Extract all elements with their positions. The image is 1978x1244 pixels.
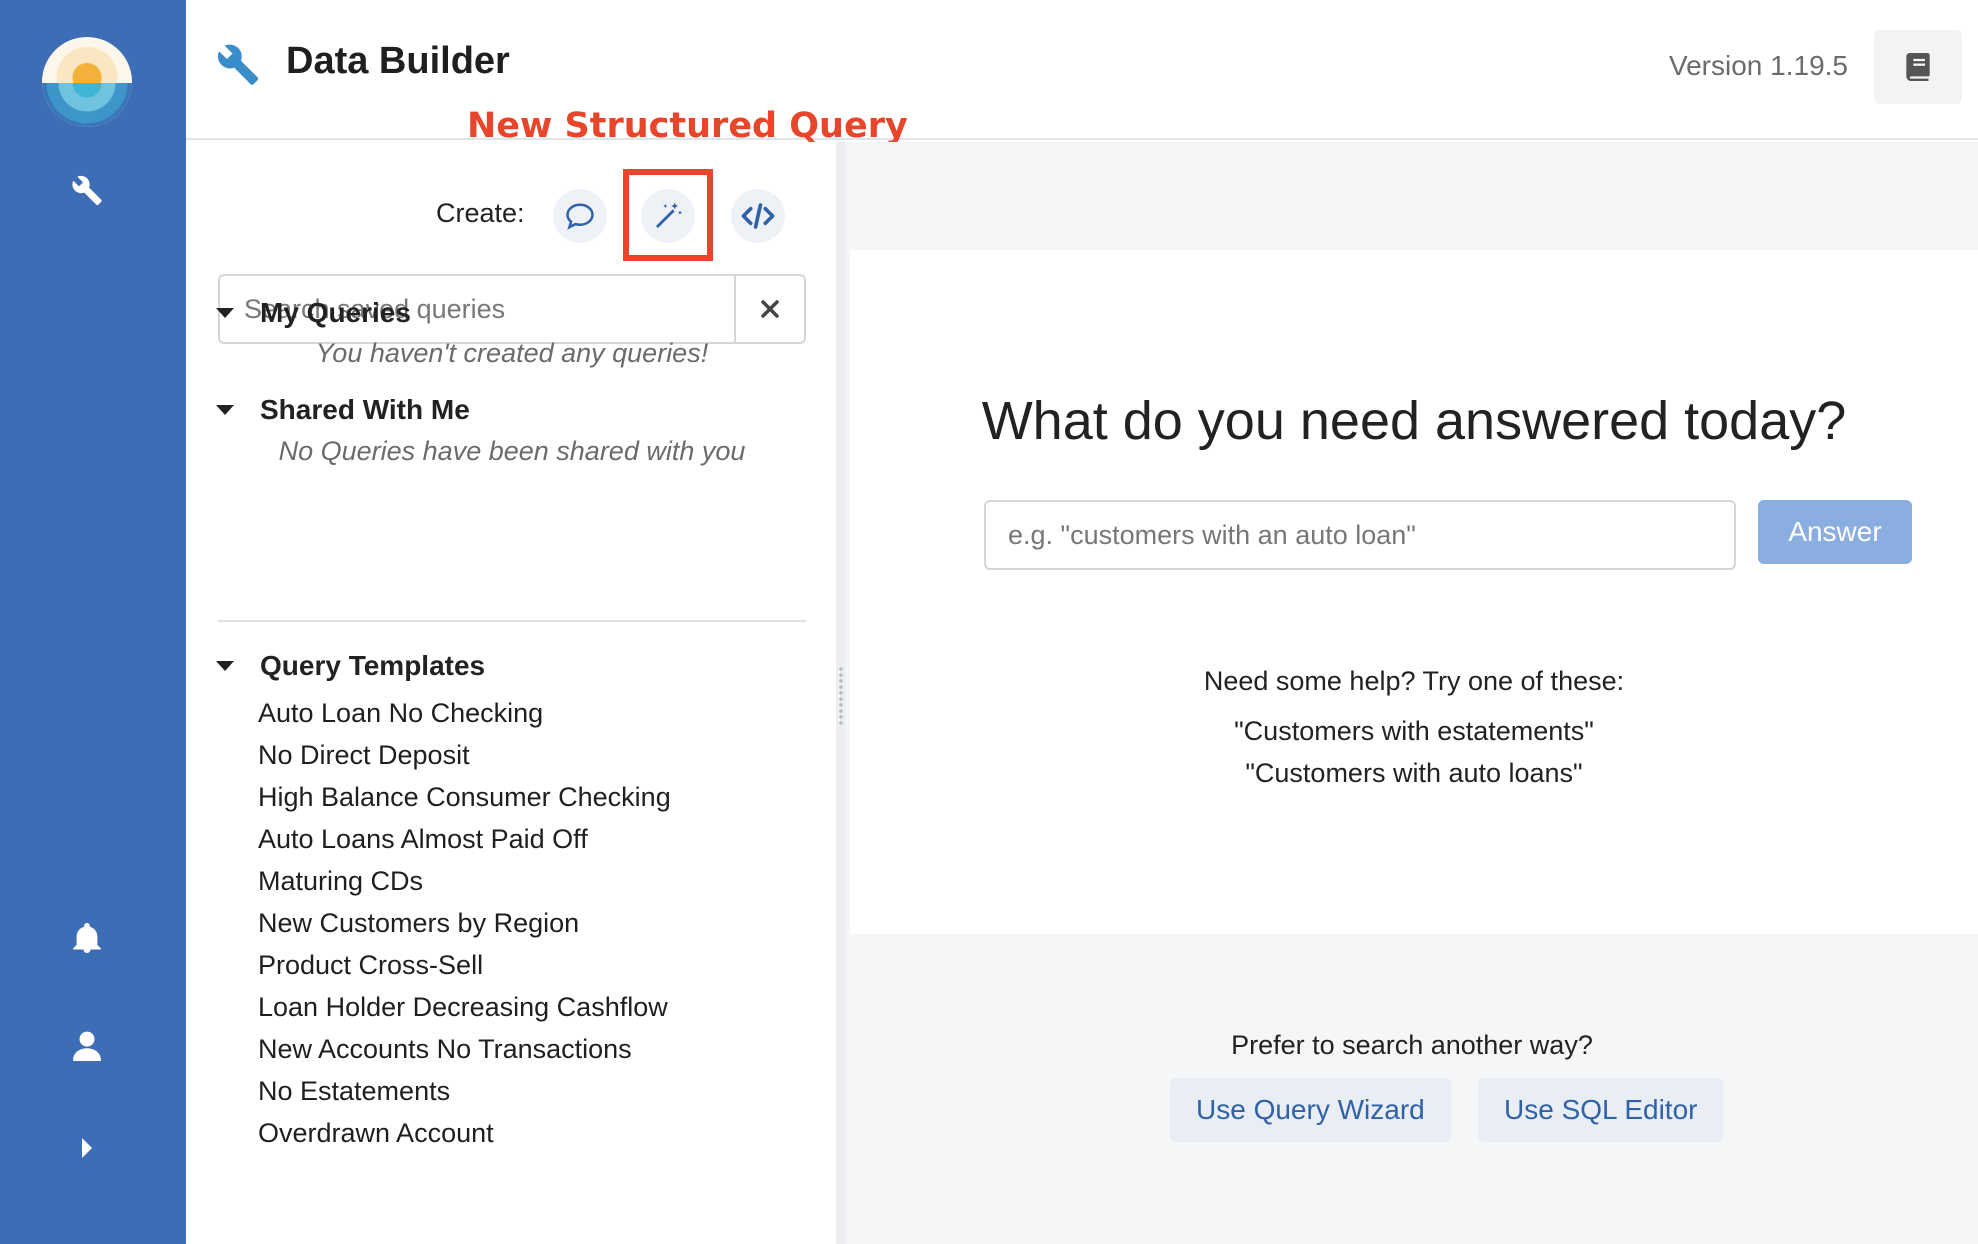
template-list: Auto Loan No Checking No Direct Deposit … [258, 692, 671, 1154]
clear-search-button[interactable] [734, 276, 804, 342]
shared-title: Shared With Me [260, 394, 470, 425]
help-suggestion[interactable]: "Customers with estatements" [850, 716, 1978, 747]
query-wizard-button[interactable]: Use Query Wizard [1170, 1078, 1451, 1142]
help-suggestion[interactable]: "Customers with auto loans" [850, 758, 1978, 789]
close-icon [761, 300, 779, 318]
my-queries-empty: You haven't created any queries! [315, 338, 709, 368]
app-title: Data Builder [286, 40, 510, 82]
template-item[interactable]: Auto Loan No Checking [258, 692, 671, 734]
caret-down-icon [216, 661, 234, 671]
docs-button[interactable] [1874, 30, 1962, 104]
template-item[interactable]: Loan Holder Decreasing Cashflow [258, 986, 671, 1028]
speech-bubble-icon [566, 203, 594, 230]
app-header: Data Builder Version 1.19.5 [186, 0, 1978, 140]
template-item[interactable]: Maturing CDs [258, 860, 671, 902]
answer-button[interactable]: Answer [1758, 500, 1912, 564]
app-logo[interactable] [42, 37, 132, 127]
chevron-right-icon[interactable] [67, 1128, 107, 1168]
bell-icon[interactable] [67, 918, 107, 958]
help-title: Need some help? Try one of these: [1203, 666, 1625, 696]
caret-down-icon [216, 308, 234, 318]
annotation-label: New Structured Query [467, 106, 908, 146]
templates-title: Query Templates [260, 650, 486, 681]
question-card: What do you need answered today? Answer … [850, 250, 1978, 934]
template-item[interactable]: No Estatements [258, 1070, 671, 1112]
divider [218, 620, 806, 622]
splitter-grip[interactable] [838, 666, 844, 726]
my-queries-toggle[interactable]: My Queries [216, 297, 411, 329]
template-item[interactable]: New Customers by Region [258, 902, 671, 944]
shared-empty: No Queries have been shared with you [278, 436, 746, 466]
queries-panel: Create: My Queries You haven't created a… [186, 142, 838, 1244]
template-item[interactable]: Auto Loans Almost Paid Off [258, 818, 671, 860]
shared-toggle[interactable]: Shared With Me [216, 394, 470, 426]
templates-toggle[interactable]: Query Templates [216, 650, 485, 682]
main-content: What do you need answered today? Answer … [846, 142, 1978, 1244]
user-icon[interactable] [67, 1026, 107, 1066]
create-label: Create: [436, 198, 525, 228]
left-nav-rail [0, 0, 186, 1244]
wrench-icon [216, 42, 260, 90]
template-item[interactable]: Overdrawn Account [258, 1112, 671, 1154]
code-icon [741, 203, 775, 229]
question-input[interactable] [984, 500, 1736, 570]
template-item[interactable]: New Accounts No Transactions [258, 1028, 671, 1070]
version-label: Version 1.19.5 [1668, 50, 1848, 81]
template-item[interactable]: No Direct Deposit [258, 734, 671, 776]
alt-search-title: Prefer to search another way? [1231, 1030, 1593, 1060]
my-queries-title: My Queries [260, 297, 411, 328]
caret-down-icon [216, 405, 234, 415]
book-icon [1906, 53, 1930, 81]
wrench-icon[interactable] [67, 170, 107, 210]
new-sql-query-button[interactable] [731, 189, 785, 243]
template-item[interactable]: High Balance Consumer Checking [258, 776, 671, 818]
ask-question-button[interactable] [553, 189, 607, 243]
sql-editor-button[interactable]: Use SQL Editor [1478, 1078, 1724, 1142]
highlight-box [623, 169, 713, 261]
template-item[interactable]: Product Cross-Sell [258, 944, 671, 986]
headline: What do you need answered today? [981, 391, 1847, 451]
